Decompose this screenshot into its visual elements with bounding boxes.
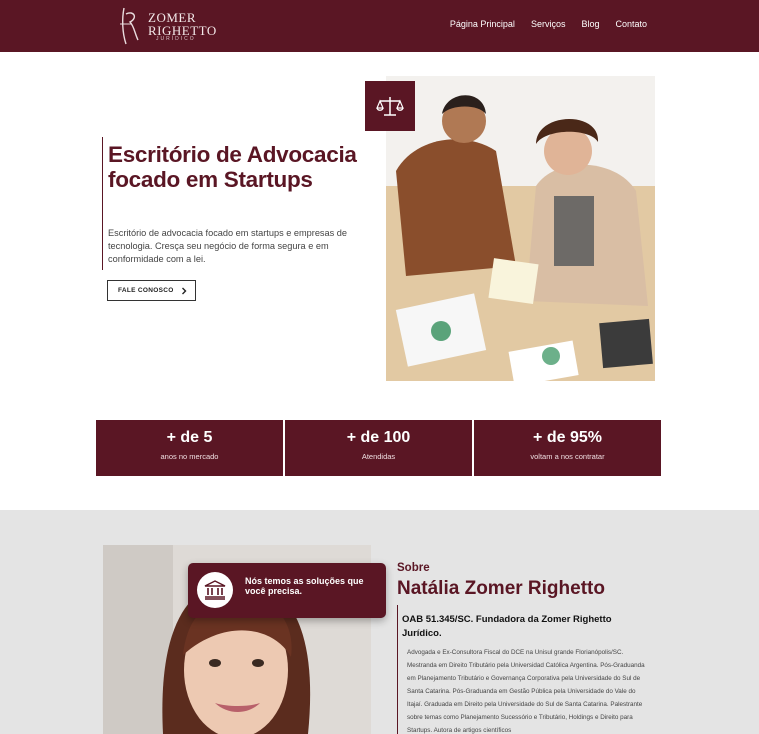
about-bio: Advogada e Ex-Consultora Fiscal do DCE n… — [407, 649, 645, 734]
contact-button-label: FALE CONOSCO — [118, 287, 174, 294]
about-accent-line — [397, 605, 398, 734]
stat-value: + de 100 — [346, 429, 411, 446]
nav-blog[interactable]: Blog — [581, 19, 599, 29]
hero-title: Escritório de Advocacia focado em Startu… — [108, 142, 357, 192]
about-kicker: Sobre — [397, 562, 430, 574]
stat-label: voltam a nos contratar — [530, 452, 605, 461]
stat-label: Atendidas — [361, 452, 396, 461]
nav-services[interactable]: Serviços — [531, 19, 566, 29]
stat-years: + de 5 anos no mercado — [96, 420, 283, 476]
bank-icon — [204, 580, 226, 600]
contact-button[interactable]: FALE CONOSCO — [107, 280, 196, 301]
logo-subtitle: JURÍDICO — [156, 36, 196, 42]
stat-value: + de 95% — [533, 429, 602, 446]
stat-clients: + de 100 Atendidas — [285, 420, 472, 476]
team-meeting-illustration — [386, 76, 655, 381]
main-nav: Página Principal Serviços Blog Contato — [450, 19, 647, 29]
nav-home[interactable]: Página Principal — [450, 19, 515, 29]
stat-value: + de 5 — [166, 429, 213, 446]
logo-monogram-icon — [120, 7, 139, 45]
scales-badge — [365, 81, 415, 131]
hero-photo-team-meeting — [386, 76, 655, 381]
about-name: Natália Zomer Righetto — [397, 578, 605, 599]
solutions-card-text: Nós temos as soluções que você precisa. — [245, 576, 364, 596]
stat-returning: + de 95% voltam a nos contratar — [474, 420, 661, 476]
stat-label: anos no mercado — [160, 452, 219, 461]
nav-contact[interactable]: Contato — [615, 19, 647, 29]
site-header: ZOMER RIGHETTO JURÍDICO Página Principal… — [0, 0, 759, 52]
logo[interactable]: ZOMER RIGHETTO JURÍDICO — [118, 4, 228, 48]
about-oab: OAB 51.345/SC. Fundadora da Zomer Righet… — [402, 614, 612, 639]
chevron-right-icon — [182, 287, 187, 295]
scales-icon — [376, 97, 404, 116]
hero-description: Escritório de advocacia focado em startu… — [108, 228, 347, 264]
hero-accent-line — [102, 137, 103, 270]
card-icon-wrapper — [197, 572, 233, 608]
solutions-card: Nós temos as soluções que você precisa. — [188, 563, 386, 618]
